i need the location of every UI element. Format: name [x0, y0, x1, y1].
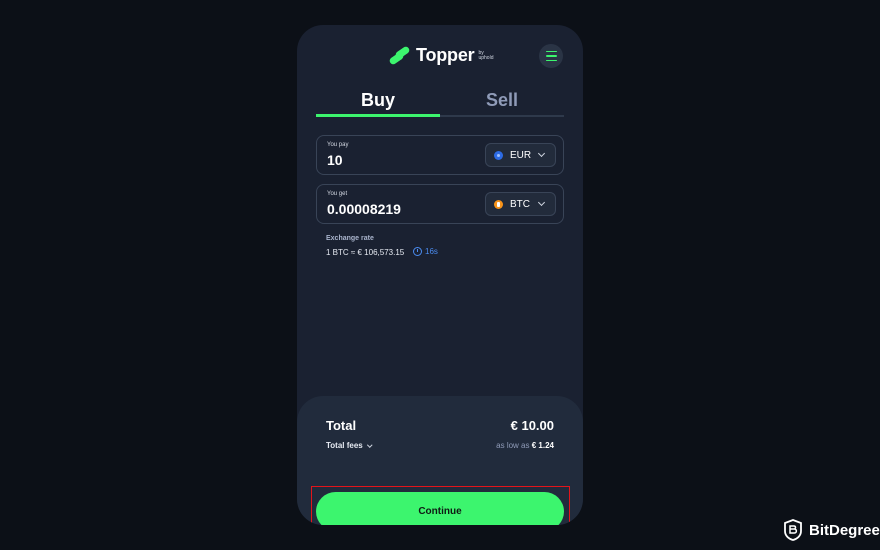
topper-logo-icon: [388, 44, 411, 66]
brand-name: Topper: [416, 45, 475, 65]
you-pay-label: You pay: [327, 142, 349, 148]
you-get-field[interactable]: You get 0.00008219 BTC: [316, 184, 564, 224]
total-label: Total: [326, 418, 357, 433]
exchange-rate-value: 1 BTC ≈ € 106,573.15: [326, 248, 405, 257]
timer-icon: [413, 247, 422, 256]
fees-value: as low as € 1.24: [496, 441, 554, 450]
you-get-label: You get: [327, 191, 348, 197]
fees-prefix: as low as: [496, 441, 530, 450]
you-pay-field[interactable]: You pay 10 EUR: [316, 135, 564, 175]
total-fees-label: Total fees: [326, 441, 363, 450]
pay-currency-code: EUR: [510, 149, 532, 161]
bitdegree-watermark: BitDegree: [783, 519, 880, 541]
eur-coin-icon: [494, 150, 503, 160]
brand-parent: uphold: [478, 55, 494, 61]
tab-sell[interactable]: Sell: [440, 87, 564, 117]
btc-coin-icon: [494, 199, 503, 209]
you-get-value[interactable]: 0.00008219: [327, 201, 401, 217]
topper-logo: Topper by uphold: [388, 44, 493, 66]
highlight-box: Continue: [311, 486, 570, 525]
bitdegree-text: BitDegree: [809, 521, 880, 539]
widget-header: Topper by uphold: [297, 25, 583, 87]
total-fees-toggle[interactable]: Total fees: [326, 441, 372, 450]
summary-footer: Total € 10.00 Total fees as low as € 1.2…: [297, 396, 583, 525]
tab-buy[interactable]: Buy: [316, 87, 440, 117]
topper-widget: Topper by uphold Buy Sell You pay 10 EUR…: [297, 25, 583, 525]
continue-button[interactable]: Continue: [316, 492, 564, 525]
buy-sell-tabs: Buy Sell: [316, 87, 564, 117]
chevron-down-icon: [537, 198, 546, 207]
exchange-rate-label: Exchange rate: [326, 235, 374, 242]
you-pay-input[interactable]: 10: [327, 152, 343, 168]
menu-icon[interactable]: [539, 44, 563, 68]
get-currency-select[interactable]: BTC: [485, 192, 556, 216]
fees-amount: € 1.24: [531, 441, 554, 450]
rate-timer: 16s: [413, 247, 438, 256]
rate-timer-text: 16s: [425, 247, 438, 256]
total-value: € 10.00: [510, 418, 554, 433]
brand-byline: by uphold: [478, 51, 493, 61]
pay-currency-select[interactable]: EUR: [485, 143, 556, 167]
bitdegree-shield-icon: [784, 519, 802, 541]
chevron-down-icon: [537, 149, 546, 158]
chevron-down-icon: [367, 442, 372, 447]
get-currency-code: BTC: [510, 198, 530, 210]
